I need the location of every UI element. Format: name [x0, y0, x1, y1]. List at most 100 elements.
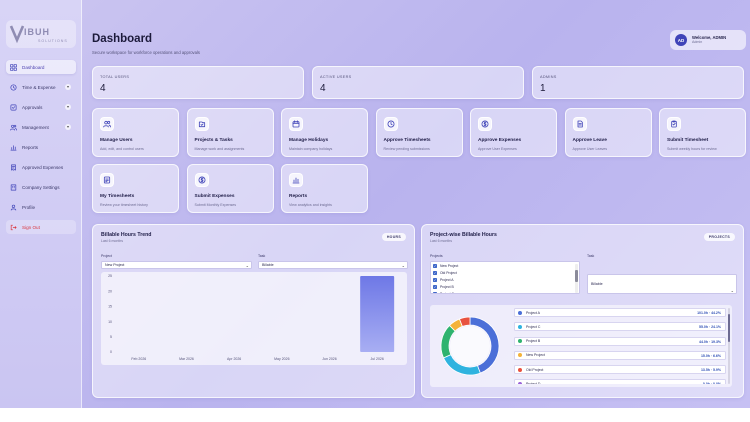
- legend-swatch: [518, 310, 522, 315]
- tile-approve-timesheets[interactable]: Approve Timesheets Review pending submiss…: [375, 108, 463, 157]
- company-logo[interactable]: IBUH SOLUTIONS: [6, 20, 76, 48]
- page-title: Dashboard: [92, 33, 153, 45]
- tile-title: Projects & Tasks: [194, 138, 233, 143]
- stat-label: ADMINS: [540, 75, 557, 79]
- legend-value: 0.0h · 0.0%: [703, 382, 721, 384]
- sidebar-item-time-expense[interactable]: Time & Expense ▾: [6, 80, 76, 94]
- stat-label: TOTAL USERS: [100, 75, 130, 79]
- stat-card-active-users: ACTIVE USERS 4: [312, 66, 524, 99]
- project-option[interactable]: ✓ New Project: [431, 262, 579, 269]
- project-option[interactable]: ✓ Project C: [431, 290, 579, 293]
- chevron-down-icon[interactable]: ▾: [65, 84, 71, 90]
- checkbox-checked-icon[interactable]: ✓: [433, 270, 437, 275]
- sidebar-item-label: Time & Expense: [22, 84, 56, 90]
- sidebar-item-profile[interactable]: Profile: [6, 200, 76, 214]
- tile-description: Approve User Expenses: [478, 147, 517, 151]
- legend-value: 101.0h · 44.2%: [697, 311, 721, 315]
- project-option[interactable]: ✓ Project A: [431, 276, 579, 283]
- task-select-value: Billable: [262, 263, 274, 267]
- checkbox-checked-icon[interactable]: ✓: [433, 277, 437, 282]
- sidebar-item-approved-expenses[interactable]: Approved Expenses: [6, 160, 76, 174]
- users-icon: [10, 124, 17, 131]
- scrollbar[interactable]: [575, 264, 578, 293]
- legend-scrollbar[interactable]: [728, 308, 730, 384]
- tile-description: Submit Monthly Expenses: [194, 203, 237, 207]
- sidebar-item-dashboard[interactable]: Dashboard: [6, 60, 76, 74]
- tile-description: Submit weekly hours for review: [667, 147, 717, 151]
- timesheet-icon: [100, 173, 114, 187]
- chevron-down-icon[interactable]: ▾: [65, 104, 71, 110]
- tile-description: Manage work and assignments: [194, 147, 245, 151]
- panel-title: Billable Hours Trend: [101, 232, 152, 238]
- user-menu[interactable]: AD Welcome, ADMIN Admin: [670, 30, 746, 50]
- tile-approve-leave[interactable]: Approve Leave Approve User Leaves: [564, 108, 652, 157]
- legend-label: Project A: [526, 310, 541, 315]
- app-window: IBUH SOLUTIONS Dashboard Time & Expense ▾ A…: [0, 0, 750, 408]
- tile-approve-expenses[interactable]: Approve Expenses Approve User Expenses: [470, 108, 557, 157]
- svg-text:IBUH: IBUH: [24, 27, 50, 37]
- task-select[interactable]: Billable ⌄: [587, 274, 737, 294]
- sidebar-item-label: Management: [22, 124, 49, 130]
- stat-card-admins: ADMINS 1: [532, 66, 744, 99]
- checkbox-checked-icon[interactable]: ✓: [433, 284, 437, 289]
- projects-badge: PROJECTS: [703, 233, 735, 241]
- check-icon: [10, 104, 17, 111]
- projects-label: Projects: [430, 254, 443, 258]
- page-subtitle: Secure workspace for workforce operation…: [92, 50, 200, 55]
- project-option-label: Project B: [440, 284, 454, 289]
- tile-submit-expenses[interactable]: Submit Expenses Submit Monthly Expenses: [186, 164, 274, 213]
- sidebar-item-approvals[interactable]: Approvals ▾: [6, 100, 76, 114]
- y-tick-label: 25: [108, 274, 112, 278]
- tile-title: Submit Timesheet: [667, 138, 709, 143]
- tile-my-timesheets[interactable]: My Timesheets Review your timesheet histo…: [92, 164, 179, 213]
- chevron-down-icon[interactable]: ▾: [65, 124, 71, 130]
- legend-label: Project B: [526, 339, 541, 344]
- receipt-icon: [10, 164, 17, 171]
- task-select-value: Billable: [591, 282, 603, 286]
- document-icon: [572, 117, 587, 131]
- tile-description: Review your timesheet history: [100, 203, 148, 207]
- tile-projects-tasks[interactable]: Projects & Tasks Manage work and assignme…: [186, 108, 274, 157]
- legend-item: Old Project 13.5h · 5.9%: [514, 365, 726, 375]
- x-tick-label: Feb 2026: [131, 357, 146, 361]
- checkbox-checked-icon[interactable]: ✓: [433, 291, 437, 293]
- project-select-value: New Project: [105, 263, 125, 267]
- legend-swatch: [518, 324, 522, 329]
- checkbox-checked-icon[interactable]: ✓: [433, 263, 437, 268]
- tile-manage-holidays[interactable]: Manage Holidays Maintain company holidays: [281, 108, 368, 157]
- sidebar-item-reports[interactable]: Reports: [6, 140, 76, 154]
- legend-swatch: [518, 339, 522, 344]
- bar[interactable]: [360, 276, 395, 352]
- hours-badge: HOURS: [381, 233, 406, 241]
- main-content: Dashboard Secure workspace for workforce…: [92, 0, 750, 408]
- chart-legend: Project A 101.0h · 44.2% Project C 55.0h · …: [514, 308, 726, 384]
- tile-description: View analytics and insights: [289, 203, 332, 207]
- projects-multiselect[interactable]: ✓ New Project ✓ Old Project ✓ Project A ✓ Proje…: [430, 261, 580, 294]
- panel-title: Project-wise Billable Hours: [430, 232, 497, 238]
- tile-reports[interactable]: Reports View analytics and insights: [281, 164, 368, 213]
- tile-manage-users[interactable]: Manage Users Add, edit, and control users: [92, 108, 179, 157]
- users-icon: [100, 117, 114, 131]
- user-role: Admin: [692, 40, 703, 45]
- y-tick-label: 20: [108, 289, 112, 293]
- project-select[interactable]: New Project ⌄: [101, 261, 252, 269]
- project-wise-panel: Project-wise Billable Hours Last 6 month…: [421, 224, 744, 398]
- sidebar-item-management[interactable]: Management ▾: [6, 120, 76, 134]
- project-option[interactable]: ✓ Old Project: [431, 269, 579, 276]
- legend-value: 13.5h · 5.9%: [700, 368, 721, 373]
- task-select[interactable]: Billable ⌄: [258, 261, 408, 269]
- tile-description: Approve User Leaves: [572, 147, 608, 151]
- sidebar-item-company-settings[interactable]: Company Settings: [6, 180, 76, 194]
- tile-title: My Timesheets: [100, 194, 135, 199]
- sign-out-button[interactable]: Sign Out: [6, 220, 76, 234]
- stat-value: 1: [540, 83, 546, 94]
- legend-label: Project D: [526, 381, 541, 384]
- tile-title: Reports: [289, 194, 308, 199]
- project-option-label: Old Project: [440, 270, 457, 275]
- project-option[interactable]: ✓ Project B: [431, 283, 579, 290]
- legend-swatch: [518, 367, 522, 372]
- sidebar-item-label: Approvals: [22, 104, 43, 110]
- stat-value: 4: [320, 83, 326, 94]
- project-option-label: New Project: [440, 263, 459, 268]
- tile-submit-timesheet[interactable]: Submit Timesheet Submit weekly hours for …: [659, 108, 746, 157]
